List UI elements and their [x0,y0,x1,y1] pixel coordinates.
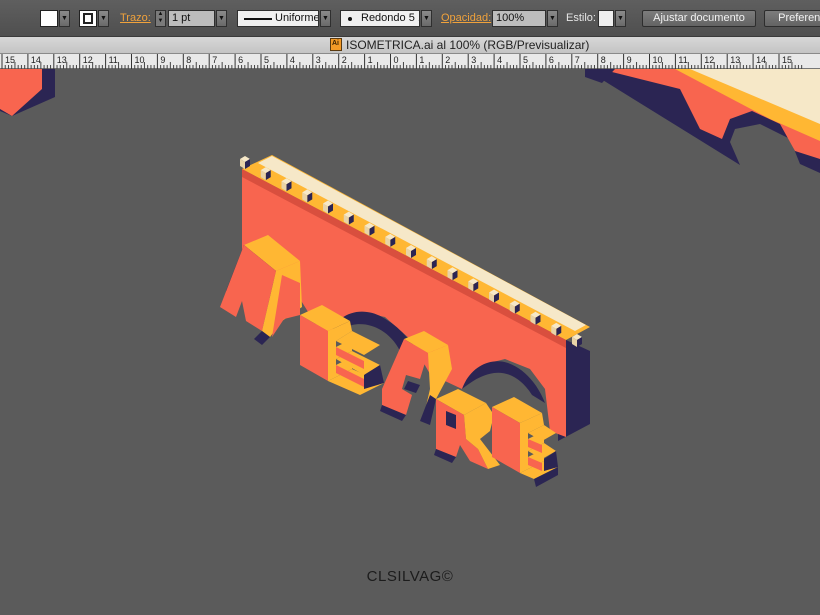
brush-dropdown-icon[interactable]: ▼ [421,10,432,27]
stroke-color-swatch[interactable] [79,10,97,27]
ruler-label: 2 [342,55,347,65]
ruler-label: 12 [83,55,93,65]
ruler-label: 6 [549,55,554,65]
ruler-label: 4 [497,55,502,65]
horizontal-ruler[interactable]: 15 14 13 12 11 10 9 8 7 6 5 4 3 2 1 0 1 2 3 4 5 6 7 8 9 10 11 12 13 1… [0,54,820,69]
line-profile-icon [244,18,272,20]
ruler-label: 15 [5,55,15,65]
stroke-weight-stepper-icon[interactable]: ▲ ▼ [155,10,166,27]
ruler-label: 4 [290,55,295,65]
ruler-label: 14 [31,55,41,65]
opacity-label[interactable]: Opacidad: [441,12,491,26]
ruler-label: 8 [601,55,606,65]
ruler-label: 8 [186,55,191,65]
illustrator-file-icon [330,38,342,51]
ruler-label: 5 [523,55,528,65]
stroke-dropdown-icon[interactable]: ▼ [98,10,109,27]
graphic-style-swatch[interactable] [598,10,614,27]
isometric-artwork [0,69,820,487]
document-tab[interactable]: ISOMETRICA.ai al 100% (RGB/Previsualizar… [330,38,589,53]
fill-dropdown-icon[interactable]: ▼ [59,10,70,27]
stroke-weight-dropdown-icon[interactable]: ▼ [216,10,227,27]
ruler-label: 9 [160,55,165,65]
partial-bridge-top-left [0,69,55,116]
ruler-label: 1 [368,55,373,65]
ruler-label: 7 [212,55,217,65]
ruler-label: 7 [575,55,580,65]
brush-dot-icon [348,17,352,21]
profile-label: Uniforme [275,12,319,24]
profile-dropdown-icon[interactable]: ▼ [320,10,331,27]
artboard-canvas[interactable]: CLSILVAG© [0,69,820,615]
document-title: ISOMETRICA.ai al 100% (RGB/Previsualizar… [346,38,590,52]
variable-width-profile-select[interactable]: Uniforme [237,10,319,27]
stroke-weight-input[interactable]: 1 pt [168,10,215,27]
ruler-label: 11 [109,55,118,65]
opacity-dropdown-icon[interactable]: ▼ [547,10,558,27]
ruler-label: 13 [730,55,740,65]
ruler-label: 3 [471,55,476,65]
style-dropdown-icon[interactable]: ▼ [615,10,626,27]
stroke-label[interactable]: Trazo: [120,12,151,26]
ruler-label: 10 [135,55,145,65]
document-tab-bar: ISOMETRICA.ai al 100% (RGB/Previsualizar… [0,37,820,54]
artist-signature: CLSILVAG© [366,568,454,585]
brush-label: Redondo 5 ... [361,12,419,24]
ruler-label: 13 [57,55,67,65]
ruler-label: 10 [653,55,663,65]
style-label: Estilo: [566,12,596,24]
ruler-label: 2 [445,55,450,65]
ruler-label: 5 [264,55,269,65]
ruler-label: 15 [782,55,792,65]
opacity-input[interactable]: 100% [492,10,546,27]
preferences-button[interactable]: Preferencias [764,10,820,27]
ruler-label: 6 [238,55,243,65]
ruler-label: 12 [704,55,714,65]
illustrator-window: ▼ ▼ Trazo: ▲ ▼ 1 pt ▼ Uniforme ▼ Redondo … [0,0,820,615]
ruler-label: 11 [678,55,687,65]
ruler-label: 9 [627,55,632,65]
brush-definition-select[interactable]: Redondo 5 ... [340,10,420,27]
fit-document-button[interactable]: Ajustar documento [642,10,756,27]
ruler-label: 0 [394,55,399,65]
ruler-label: 3 [316,55,321,65]
ruler-label: 1 [419,55,424,65]
fill-color-swatch[interactable] [40,10,58,27]
control-bar: ▼ ▼ Trazo: ▲ ▼ 1 pt ▼ Uniforme ▼ Redondo … [0,0,820,37]
ruler-label: 14 [756,55,766,65]
partial-bridge-top-right [585,69,820,173]
ruler-ticks: 15 14 13 12 11 10 9 8 7 6 5 4 3 2 1 0 1 2 3 4 5 6 7 8 9 10 11 12 13 1… [1,54,803,69]
